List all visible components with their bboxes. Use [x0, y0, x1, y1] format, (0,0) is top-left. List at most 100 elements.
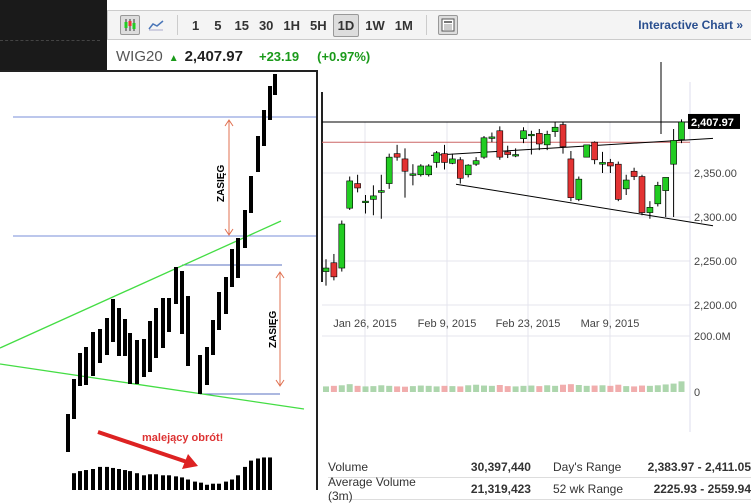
candle — [370, 195, 377, 200]
volume-bar — [224, 481, 228, 490]
price-bar — [180, 271, 184, 334]
volume-tick-label: 0 — [694, 387, 700, 399]
volume-bar — [323, 386, 329, 392]
interval-1[interactable]: 1 — [188, 15, 203, 36]
x-tick-label: Mar 9, 2015 — [581, 318, 640, 330]
volume-bar — [268, 457, 272, 490]
candle — [425, 165, 432, 176]
volume-bar — [544, 385, 551, 392]
volume-bar — [362, 386, 369, 392]
price-bar — [123, 319, 127, 356]
volume-bar — [211, 483, 215, 490]
range-label: ZASIĘG — [268, 311, 279, 348]
interval-15[interactable]: 15 — [230, 15, 252, 36]
price-bar — [91, 332, 95, 376]
52wk-range-label: 52 wk Range — [552, 481, 624, 496]
volume-bar — [186, 479, 190, 490]
candle — [480, 137, 488, 158]
symbol: WIG20 — [116, 48, 163, 65]
interval-1d[interactable]: 1D — [332, 13, 360, 37]
volume-bar — [105, 466, 109, 490]
volume-label: Volume — [328, 459, 369, 474]
lower-trendline — [455, 183, 714, 227]
volume-bar — [167, 475, 171, 490]
volume-bar — [78, 471, 82, 490]
candle — [488, 136, 496, 139]
price-bar — [249, 176, 253, 213]
annotated-pattern-image: ZASIĘG ZASIĘG malejący obrót! — [0, 70, 318, 490]
divider — [425, 15, 427, 35]
stats-table: Volume 30,397,440 Day's Range 2,383.97 -… — [328, 456, 751, 503]
volume-bar — [72, 473, 76, 490]
candle — [464, 164, 472, 176]
volume-bar — [402, 386, 408, 392]
volume-bar — [394, 386, 401, 392]
candle — [678, 121, 685, 140]
price-bar — [78, 353, 82, 386]
candle — [504, 151, 511, 155]
volume-value: 30,397,440 — [470, 459, 531, 474]
volume-bar — [243, 466, 247, 490]
volume-bar — [230, 479, 234, 490]
candle — [322, 267, 330, 272]
price-bar — [117, 308, 121, 356]
settings-panel-button[interactable] — [437, 15, 458, 35]
price-bar — [161, 298, 165, 348]
candle — [401, 158, 409, 172]
volume-bar — [441, 385, 448, 392]
volume-bar — [180, 477, 184, 490]
days-range-value: 2,383.97 - 2,411.05 — [647, 459, 751, 474]
price-bar — [111, 299, 115, 342]
candle — [330, 262, 338, 278]
price-bar — [142, 339, 146, 377]
interval-5[interactable]: 5 — [210, 15, 225, 36]
candle — [393, 153, 401, 158]
volume-bar — [236, 475, 240, 490]
price-bar — [105, 318, 109, 355]
volume-bar — [654, 385, 661, 392]
price-bar — [273, 74, 277, 95]
price-bar — [174, 267, 178, 304]
line-chart-button[interactable] — [146, 15, 166, 35]
volume-bar — [142, 475, 146, 490]
candle — [409, 173, 417, 176]
interval-1h[interactable]: 1H — [279, 15, 304, 36]
candlestick-chart-button[interactable] — [120, 15, 140, 35]
volume-bar — [504, 386, 511, 392]
volume-bar — [98, 466, 102, 490]
volume-bar — [433, 386, 440, 392]
volume-bar — [575, 385, 582, 392]
volume-bar — [528, 385, 535, 392]
volume-bar — [262, 457, 266, 490]
volume-bar — [148, 474, 152, 490]
price-bar — [84, 347, 88, 385]
price-chart: Jan 26, 2015 Feb 9, 2015 Feb 23, 2015 Mar 9… — [318, 62, 751, 432]
interactive-chart-link[interactable]: Interactive Chart » — [638, 18, 743, 32]
days-range-label: Day's Range — [552, 459, 622, 474]
candle — [599, 162, 606, 165]
volume-bar — [249, 460, 253, 490]
x-tick-label: Feb 23, 2015 — [496, 318, 561, 330]
candle — [520, 130, 527, 139]
price-bar — [148, 321, 152, 372]
volume-note: malejący obrót! — [142, 432, 223, 444]
candle — [441, 153, 448, 163]
volume-bar — [536, 386, 543, 392]
last-price-label: 2,407.97 — [691, 117, 734, 129]
volume-bar — [615, 384, 622, 392]
interval-30[interactable]: 30 — [255, 15, 277, 36]
candle — [670, 140, 677, 165]
candle — [354, 183, 361, 189]
volume-bar — [256, 458, 260, 490]
volume-bar — [111, 467, 115, 490]
candle — [338, 223, 346, 269]
52wk-range-value: 2225.93 - 2559.94 — [653, 481, 751, 496]
candle — [662, 177, 670, 191]
volume-bar — [488, 385, 495, 392]
price-bar — [128, 333, 132, 384]
interval-1m[interactable]: 1M — [391, 15, 417, 36]
volume-bar — [135, 473, 139, 490]
volume-bar — [117, 469, 121, 490]
interval-1w[interactable]: 1W — [361, 15, 389, 36]
interval-5h[interactable]: 5H — [306, 15, 331, 36]
